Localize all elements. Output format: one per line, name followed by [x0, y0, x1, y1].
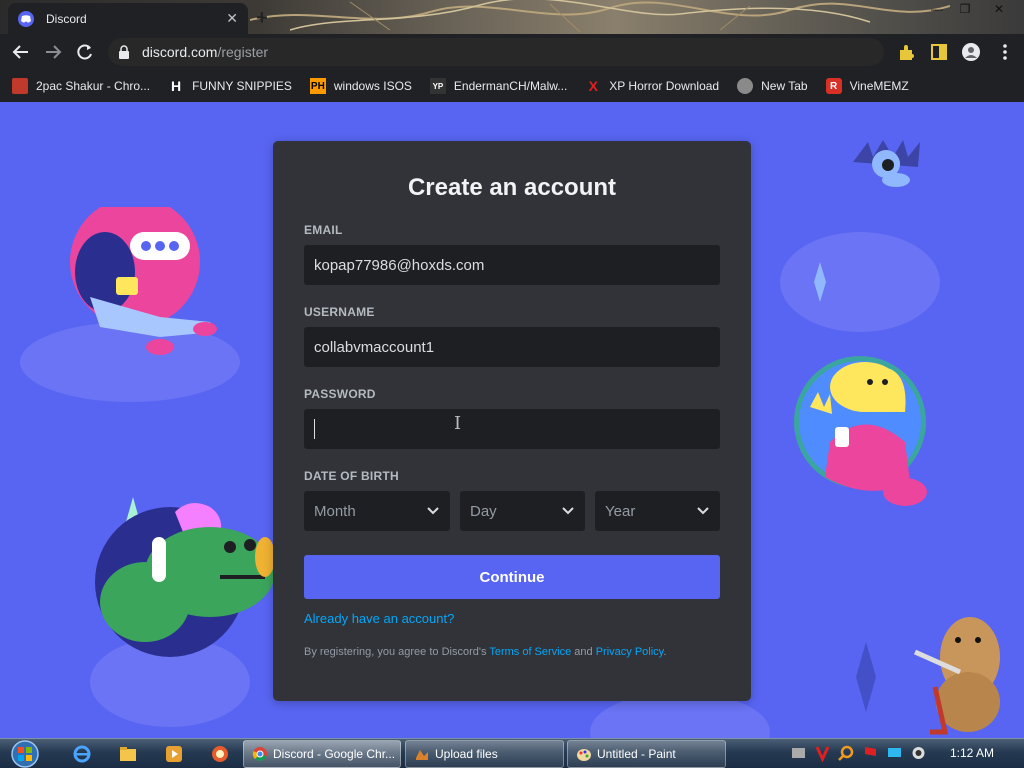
network-icon[interactable]: [790, 744, 807, 762]
terms-text: By registering, you agree to Discord's T…: [304, 646, 667, 658]
v-icon[interactable]: [814, 744, 831, 762]
x-icon: X: [588, 78, 598, 94]
clock: 1:12 AM: [950, 746, 995, 760]
reload-icon[interactable]: [74, 42, 96, 62]
profile-avatar-icon[interactable]: [960, 42, 982, 62]
dob-label: DATE OF BIRTH: [304, 469, 399, 483]
dob-selects: Month Day Year: [304, 491, 720, 531]
mouse-ibeam-cursor-icon: I: [454, 413, 462, 434]
extensions-icon[interactable]: [896, 42, 918, 62]
bat-illustration: [853, 140, 920, 187]
chevron-down-icon: [562, 507, 574, 515]
url-domain: discord.com: [142, 44, 218, 60]
back-icon[interactable]: [10, 42, 32, 62]
forward-icon[interactable]: [42, 42, 64, 62]
new-tab-button[interactable]: +: [256, 7, 268, 30]
girl-illustration: [70, 207, 217, 355]
tab-discord[interactable]: Discord ✕: [8, 3, 248, 34]
month-select[interactable]: Month: [304, 491, 450, 531]
upload-icon: [416, 750, 428, 760]
menu-dots-icon[interactable]: [994, 42, 1016, 62]
address-bar[interactable]: discord.com/register: [108, 38, 884, 66]
ph-icon: PH: [309, 78, 326, 94]
bookmarks-bar: 2pac Shakur - Chro... H FUNNY SNIPPIES PH…: [0, 70, 1024, 102]
password-label: PASSWORD: [304, 387, 376, 401]
h-icon: H: [171, 78, 182, 94]
username-label: USERNAME: [304, 305, 375, 319]
day-placeholder: Day: [470, 502, 497, 520]
system-tray: [790, 744, 927, 762]
taskbar: Discord - Google Chr... Upload files Unt…: [0, 738, 1024, 768]
terms-of-service-link[interactable]: Terms of Service: [489, 646, 571, 658]
maximize-button[interactable]: ❐: [952, 2, 978, 18]
task-chrome[interactable]: Discord - Google Chr...: [243, 740, 401, 768]
username-field[interactable]: collabvmaccount1: [304, 327, 720, 367]
bookmark-xp-horror[interactable]: X XP Horror Download: [585, 78, 720, 94]
register-card: Create an account EMAIL kopap77986@hoxds…: [273, 141, 751, 701]
register-page: Create an account EMAIL kopap77986@hoxds…: [0, 102, 1024, 738]
email-label: EMAIL: [304, 223, 343, 237]
explorer-folder-icon[interactable]: [118, 744, 138, 764]
paint-icon: [577, 749, 591, 761]
continue-button[interactable]: Continue: [304, 555, 720, 599]
text-caret: [314, 419, 315, 439]
hamster-overlay: [913, 617, 1000, 735]
yp-icon: YP: [429, 78, 446, 94]
month-placeholder: Month: [314, 502, 356, 520]
flag-icon[interactable]: [862, 744, 879, 762]
app-icon[interactable]: [210, 744, 230, 764]
chevron-down-icon: [427, 507, 439, 515]
url-path: /register: [217, 44, 269, 60]
globe-icon: [737, 78, 754, 94]
email-field[interactable]: kopap77986@hoxds.com: [304, 245, 720, 285]
close-window-button[interactable]: ✕: [986, 2, 1012, 18]
r-icon: R: [825, 78, 842, 94]
chrome-icon: [252, 747, 267, 761]
task-upload-files[interactable]: Upload files: [405, 740, 564, 768]
monitor-icon[interactable]: [886, 744, 903, 762]
discord-favicon-icon: [18, 10, 34, 27]
page-title: Create an account: [407, 174, 617, 201]
minimize-button[interactable]: —: [924, 2, 950, 18]
bookmark-endermanch[interactable]: YP EndermanCH/Malw...: [429, 78, 567, 94]
chevron-down-icon: [697, 507, 709, 515]
tab-close-icon[interactable]: ✕: [226, 10, 238, 27]
search-tray-icon[interactable]: [838, 744, 855, 762]
volume-icon[interactable]: [910, 744, 927, 762]
internet-explorer-icon[interactable]: [72, 744, 92, 764]
year-placeholder: Year: [605, 502, 636, 520]
bookmark-vinememz[interactable]: R VineMEMZ: [825, 78, 909, 94]
login-link[interactable]: Already have an account?: [304, 611, 720, 626]
password-field[interactable]: I: [304, 409, 720, 449]
bookmark-windows-isos[interactable]: PH windows ISOS: [309, 78, 412, 94]
bookmark-new-tab[interactable]: New Tab: [737, 78, 808, 94]
task-paint[interactable]: Untitled - Paint: [567, 740, 726, 768]
year-select[interactable]: Year: [595, 491, 720, 531]
day-select[interactable]: Day: [460, 491, 585, 531]
lock-icon: [119, 45, 129, 59]
wallpaper-scribble: [250, 0, 950, 33]
privacy-policy-link[interactable]: Privacy Policy: [596, 646, 664, 658]
monster-illustration: [95, 503, 275, 657]
media-player-icon[interactable]: [164, 744, 184, 764]
tab-title: Discord: [46, 11, 87, 26]
bird-illustration: [794, 356, 927, 506]
bookmark-2pac[interactable]: 2pac Shakur - Chro...: [12, 78, 150, 94]
tab-strip: Discord ✕ + — ❐ ✕: [0, 0, 1024, 34]
bookmark-funny-snippies[interactable]: H FUNNY SNIPPIES: [168, 78, 292, 94]
bookmark-icon: [12, 78, 28, 94]
start-button-icon[interactable]: [8, 739, 42, 768]
sidepanel-icon[interactable]: [928, 42, 950, 62]
